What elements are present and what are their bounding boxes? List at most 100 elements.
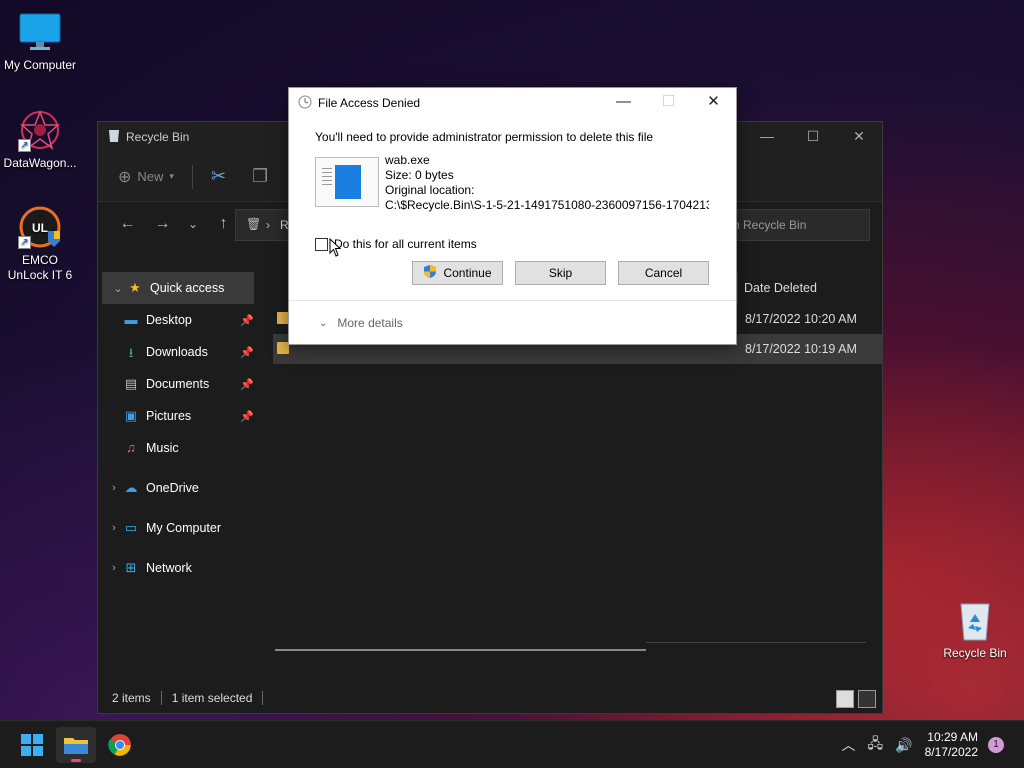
close-icon[interactable]: ✕ — [836, 122, 882, 152]
selection-count: 1 item selected — [171, 691, 253, 705]
details-view-icon[interactable] — [836, 690, 854, 708]
desktop-folder-icon: ▬ — [124, 312, 138, 327]
chevron-right-icon[interactable]: › — [106, 482, 122, 494]
navigation-pane: ⌄ ★ Quick access ▬ Desktop 📌 ⭳ Downloads… — [98, 272, 258, 683]
plus-circle-icon: ⊕ — [118, 168, 132, 186]
chevron-down-icon: ▾ — [169, 171, 174, 181]
checkbox[interactable] — [315, 237, 328, 251]
chevron-down-icon: ⌄ — [319, 317, 328, 329]
taskbar-chrome[interactable] — [100, 727, 140, 763]
new-label: New — [137, 169, 164, 184]
file-details: wab.exe Size: 0 bytes Original location:… — [385, 153, 709, 213]
dialog-title: File Access Denied — [318, 96, 421, 110]
minimize-icon[interactable]: — — [601, 88, 646, 118]
star-icon: ★ — [129, 280, 141, 295]
copy-icon[interactable]: ❐ — [252, 166, 268, 187]
sidebar-item-music[interactable]: ♫ Music — [98, 432, 258, 464]
maximize-icon[interactable]: ☐ — [790, 122, 836, 152]
file-access-denied-dialog: File Access Denied — ☐ ✕ You'll need to … — [288, 87, 737, 345]
sidebar-item-label: OneDrive — [146, 481, 199, 495]
chevron-down-icon[interactable]: ⌄ — [110, 282, 126, 295]
desktop-icon-datawagon[interactable]: ↗ DataWagon... — [0, 108, 80, 171]
clock-icon — [298, 95, 312, 112]
clock[interactable]: 10:29 AM 8/17/2022 — [925, 730, 978, 760]
more-details-label: More details — [337, 316, 403, 330]
item-count: 2 items — [112, 691, 151, 705]
sidebar-item-downloads[interactable]: ⭳ Downloads 📌 — [98, 336, 258, 368]
datawagon-icon: ↗ — [18, 108, 62, 152]
minimize-icon[interactable]: — — [744, 122, 790, 152]
file-size: Size: 0 bytes — [385, 168, 454, 182]
picture-icon: ▣ — [124, 408, 138, 423]
network-icon: ⊞ — [125, 560, 137, 575]
sidebar-item-label: Downloads — [146, 345, 208, 359]
sidebar-item-quick-access[interactable]: ⌄ ★ Quick access — [102, 272, 254, 304]
sidebar-item-label: Pictures — [146, 409, 192, 423]
dialog-titlebar[interactable]: File Access Denied — ☐ ✕ — [289, 88, 736, 118]
forward-icon[interactable]: → — [145, 215, 180, 233]
skip-button[interactable]: Skip — [515, 261, 606, 285]
desktop-icon-my-computer[interactable]: My Computer — [0, 10, 80, 73]
sidebar-item-pictures[interactable]: ▣ Pictures 📌 — [98, 400, 258, 432]
sidebar-item-desktop[interactable]: ▬ Desktop 📌 — [98, 304, 258, 336]
desktop-icon-label: DataWagon... — [3, 156, 77, 170]
start-button[interactable] — [12, 727, 52, 763]
cancel-label: Cancel — [644, 266, 683, 280]
sidebar-item-label: Network — [146, 561, 192, 575]
clock-time: 10:29 AM — [927, 730, 978, 744]
sidebar-item-my-computer[interactable]: › ▭ My Computer — [98, 512, 258, 544]
address-bar[interactable]: 🗑 › R — [235, 209, 295, 241]
desktop-icon-recycle-bin[interactable]: Recycle Bin — [935, 598, 1015, 661]
music-icon: ♫ — [126, 440, 136, 455]
network-status-icon[interactable]: 🖧 — [868, 733, 884, 757]
sidebar-item-label: Quick access — [150, 281, 225, 295]
cloud-icon: ☁ — [124, 480, 138, 495]
continue-button[interactable]: Continue — [412, 261, 503, 285]
system-tray: ︿ 🖧 🔊 10:29 AM 8/17/2022 1 — [842, 721, 1024, 768]
cancel-button[interactable]: Cancel — [618, 261, 709, 285]
file-name: wab.exe — [385, 153, 430, 167]
sidebar-item-onedrive[interactable]: › ☁ OneDrive — [98, 472, 258, 504]
notification-badge[interactable]: 1 — [988, 737, 1004, 753]
desktop-icon-emco-unlock[interactable]: UL ↗ EMCO UnLock IT 6 — [0, 205, 80, 283]
sidebar-item-documents[interactable]: ▤ Documents 📌 — [98, 368, 258, 400]
maximize-icon: ☐ — [661, 93, 676, 110]
more-details-toggle[interactable]: ⌄ More details — [319, 316, 403, 330]
status-bar: 2 items 1 item selected — [98, 683, 882, 713]
monitor-icon — [18, 10, 62, 54]
sidebar-item-network[interactable]: › ⊞ Network — [98, 552, 258, 584]
back-icon[interactable]: ← — [110, 215, 145, 233]
horizontal-scrollbar[interactable] — [275, 649, 646, 651]
close-icon[interactable]: ✕ — [691, 88, 736, 118]
address-separator-icon: › — [266, 218, 270, 232]
column-header-date-deleted[interactable]: Date Deleted — [744, 272, 817, 304]
scrollbar-track — [646, 642, 866, 643]
chevron-up-icon[interactable]: ︿ — [842, 735, 856, 755]
date-deleted-cell: 8/17/2022 10:20 AM — [745, 312, 857, 326]
volume-icon[interactable]: 🔊 — [895, 737, 912, 754]
status-divider — [262, 691, 264, 705]
column-divider[interactable] — [737, 272, 738, 304]
pin-icon: 📌 — [240, 410, 254, 423]
cut-icon[interactable]: ✂ — [211, 166, 226, 187]
windows-logo-icon — [21, 734, 43, 756]
pin-icon: 📌 — [240, 378, 254, 391]
download-icon: ⭳ — [128, 345, 134, 360]
svg-text:UL: UL — [32, 221, 48, 235]
uac-shield-icon — [423, 264, 437, 282]
chrome-icon — [108, 734, 131, 756]
taskbar-file-explorer[interactable] — [56, 727, 96, 763]
new-button[interactable]: ⊕ New ▾ — [118, 167, 174, 187]
taskbar: ︿ 🖧 🔊 10:29 AM 8/17/2022 1 — [0, 720, 1024, 768]
chevron-right-icon[interactable]: › — [106, 562, 122, 574]
recent-locations-icon[interactable]: ⌄ — [180, 217, 206, 231]
mouse-cursor-icon — [329, 237, 343, 261]
sidebar-item-label: Music — [146, 441, 179, 455]
shortcut-arrow-icon: ↗ — [18, 236, 31, 249]
computer-icon: ▭ — [124, 520, 138, 535]
chevron-right-icon[interactable]: › — [106, 522, 122, 534]
exe-file-icon — [315, 157, 379, 207]
search-input[interactable]: h Recycle Bin — [718, 209, 870, 241]
toolbar-separator — [191, 164, 193, 189]
tiles-view-icon[interactable] — [858, 690, 876, 708]
